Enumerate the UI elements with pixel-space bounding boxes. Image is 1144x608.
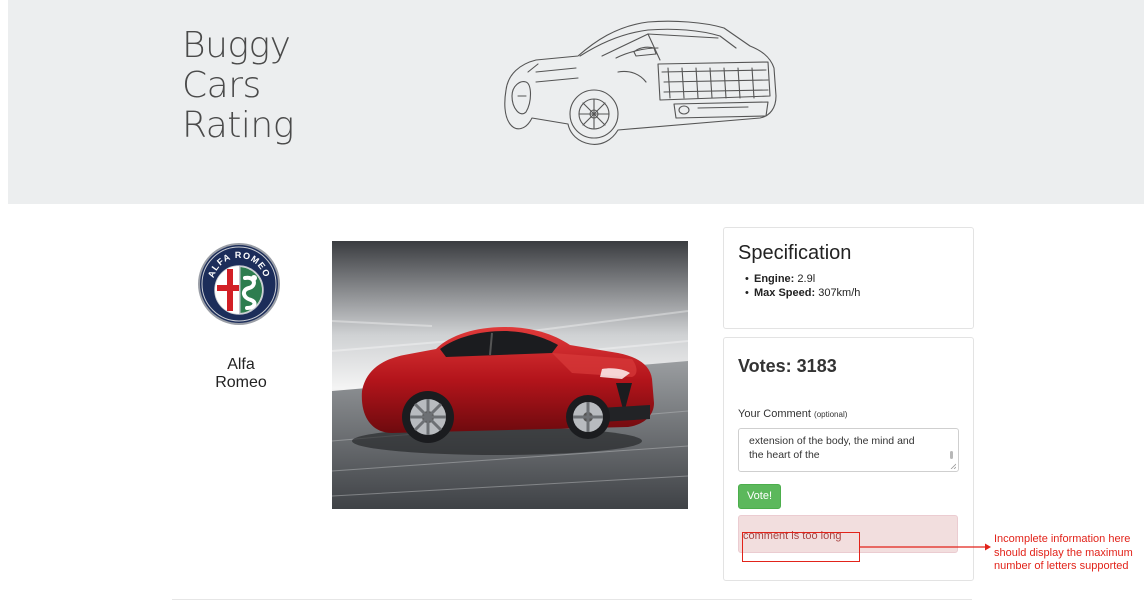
specification-list: Engine: 2.9l Max Speed: 307km/h: [745, 272, 861, 300]
brand-line-2: Cars: [182, 65, 261, 106]
spec-item-max-speed: Max Speed: 307km/h: [745, 286, 861, 300]
annotation-arrow-icon: [860, 543, 991, 551]
car-photo: [332, 241, 688, 509]
comment-scrollbar[interactable]: [950, 451, 953, 459]
comment-label-text: Your Comment: [738, 408, 811, 420]
car-sketch-illustration: [504, 20, 777, 145]
specification-card: Specification Engine: 2.9l Max Speed: 30…: [723, 227, 974, 329]
comment-optional-hint: (optional): [814, 410, 848, 419]
spec-label: Engine:: [754, 273, 795, 285]
comment-label: Your Comment (optional): [738, 408, 847, 420]
annotation-line-3: number of letters supported: [994, 560, 1129, 572]
annotation-note: Incomplete information here should displ…: [994, 533, 1144, 574]
alfa-romeo-logo: ALFA ROMEO: [198, 243, 280, 325]
footer-divider: [172, 599, 972, 600]
annotation-line-2: should display the maximum: [994, 546, 1133, 559]
make-name-line-1: Alfa: [227, 356, 255, 373]
make-name-line-2: Romeo: [215, 374, 267, 391]
annotation-highlight-box: [742, 532, 860, 562]
car-make-name: Alfa Romeo: [196, 356, 286, 392]
annotation-line-1: Incomplete information here: [994, 533, 1131, 545]
comment-textarea[interactable]: extension of the body, the mind and the …: [738, 428, 959, 472]
specification-title: Specification: [738, 242, 852, 264]
brand-line-1: Buggy: [182, 25, 291, 66]
comment-text: extension of the body, the mind and the …: [749, 435, 915, 461]
spec-value: 2.9l: [797, 273, 816, 285]
resize-grip-icon[interactable]: [950, 463, 956, 469]
spec-item-engine: Engine: 2.9l: [745, 272, 860, 286]
votes-count: Votes: 3183: [738, 356, 837, 376]
site-brand[interactable]: Buggy Cars Rating: [182, 26, 294, 146]
brand-line-3: Rating: [182, 105, 294, 146]
vote-button[interactable]: Vote!: [738, 484, 781, 509]
spec-value: 307km/h: [818, 287, 861, 299]
spec-label: Max Speed:: [754, 287, 816, 299]
